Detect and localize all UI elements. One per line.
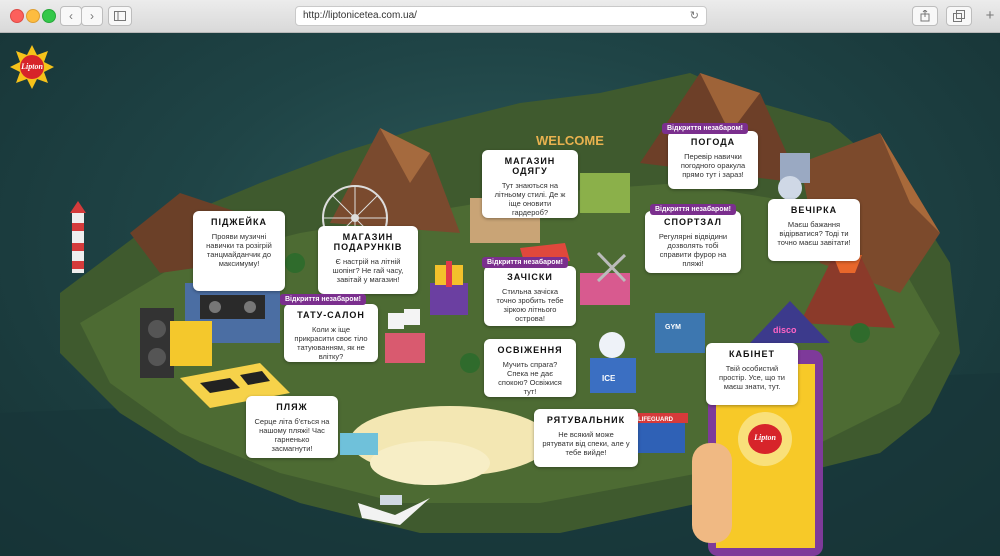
- coming-soon-badge: Відкриття незабаром!: [482, 257, 568, 268]
- hand-illustration: [692, 443, 732, 543]
- tabs-overview-button[interactable]: [946, 6, 972, 26]
- phone-lipton-logo: Lipton: [738, 412, 792, 466]
- plus-icon: +: [985, 7, 995, 24]
- card-text: Коли ж іще прикрасити своє тіло татуюван…: [294, 325, 368, 361]
- lifeguard-sign: LIFEGUARD: [638, 417, 674, 423]
- share-icon: [920, 9, 930, 22]
- close-window-button[interactable]: [10, 9, 24, 23]
- card-vechirka[interactable]: ВЕЧІРКА Маєш бажання відірватися? Тоді т…: [768, 199, 860, 261]
- card-text: Твій особистий простір. Усе, що ти маєш …: [719, 364, 785, 391]
- card-title: ВЕЧІРКА: [790, 205, 838, 215]
- card-sportzal[interactable]: СПОРТЗАЛ Регулярні відвідини дозволять т…: [645, 211, 741, 273]
- card-tatu[interactable]: ТАТУ-САЛОН Коли ж іще прикрасити своє ті…: [284, 304, 378, 362]
- card-kabinet[interactable]: КАБІНЕТ Твій особистий простір. Усе, що …: [706, 343, 798, 405]
- card-podarunky[interactable]: МАГАЗИН ПОДАРУНКІВ Є настрій на літній ш…: [318, 226, 418, 294]
- card-title: СПОРТЗАЛ: [664, 217, 722, 227]
- card-ryatuvalnyk[interactable]: РЯТУВАЛЬНИК Не всякий може рятувати від …: [534, 409, 638, 467]
- card-title: РЯТУВАЛЬНИК: [546, 415, 626, 425]
- url-text: http://liptonicetea.com.ua/: [303, 10, 417, 21]
- card-title: ЗАЧІСКИ: [507, 272, 553, 282]
- coming-soon-badge: Відкриття незабаром!: [280, 294, 366, 305]
- gym-sign: GYM: [665, 324, 681, 331]
- card-text: Серце літа б'ється на нашому пляжі! Час …: [254, 417, 330, 453]
- card-text: Мучить спрага? Спека не дає спокою? Осві…: [498, 360, 562, 396]
- chevron-left-icon: ‹: [69, 9, 73, 23]
- phone-logo-text: Lipton: [754, 433, 776, 442]
- card-text: Тут знаються на літньому стилі. Де ж іще…: [494, 181, 566, 217]
- coming-soon-badge: Відкриття незабаром!: [662, 123, 748, 134]
- ice-sign: ICE: [602, 374, 616, 383]
- card-title: ТАТУ-САЛОН: [297, 310, 365, 320]
- card-text: Прояви музичні навички та розігрій танцм…: [206, 232, 272, 268]
- card-osvizhennya[interactable]: ОСВІЖЕННЯ Мучить спрага? Спека не дає сп…: [484, 339, 576, 397]
- card-pidjeyka[interactable]: ПІДЖЕЙКА Прояви музичні навички та розіг…: [193, 211, 285, 291]
- welcome-sign: WELCOME: [536, 133, 604, 148]
- card-title: ПІДЖЕЙКА: [211, 217, 267, 227]
- lipton-logo[interactable]: Lipton: [10, 45, 54, 89]
- minimize-window-button[interactable]: [26, 9, 40, 23]
- card-text: Стильна зачіска точно зробить тебе зірко…: [496, 287, 564, 323]
- zoom-window-button[interactable]: [42, 9, 56, 23]
- card-text: Регулярні відвідини дозволять тобі справ…: [658, 232, 728, 268]
- address-bar[interactable]: http://liptonicetea.com.ua/ ↻: [295, 6, 707, 26]
- card-title: МАГАЗИН ОДЯГУ: [504, 156, 556, 176]
- island-scene: WELCOME GYM disco ICE LIFEGUARD Lipton L…: [0, 33, 1000, 556]
- card-title: КАБІНЕТ: [729, 349, 775, 359]
- sidebar-toggle-button[interactable]: [108, 6, 132, 26]
- card-text: Є настрій на літній шопінг? Не гай часу,…: [332, 257, 404, 284]
- card-text: Не всякий може рятувати від спеки, але у…: [542, 430, 630, 457]
- browser-toolbar: ‹ › http://liptonicetea.com.ua/ ↻ +: [0, 0, 1000, 33]
- forward-button[interactable]: ›: [81, 6, 103, 26]
- card-title: ПОГОДА: [690, 137, 736, 147]
- card-title: МАГАЗИН ПОДАРУНКІВ: [333, 232, 403, 252]
- card-pogoda[interactable]: ПОГОДА Перевір навички погодного оракула…: [668, 131, 758, 189]
- card-zachisky[interactable]: ЗАЧІСКИ Стильна зачіска точно зробить те…: [484, 266, 576, 326]
- disco-sign: disco: [773, 325, 797, 335]
- back-button[interactable]: ‹: [60, 6, 82, 26]
- card-text: Перевір навички погодного оракула прямо …: [680, 152, 746, 179]
- card-odyag[interactable]: МАГАЗИН ОДЯГУ Тут знаються на літньому с…: [482, 150, 578, 218]
- card-plyazh[interactable]: ПЛЯЖ Серце літа б'ється на нашому пляжі!…: [246, 396, 338, 458]
- card-title: ПЛЯЖ: [276, 402, 308, 412]
- sidebar-icon: [114, 11, 126, 21]
- lipton-logo-text: Lipton: [21, 62, 43, 71]
- coming-soon-badge: Відкриття незабаром!: [650, 204, 736, 215]
- card-title: ОСВІЖЕННЯ: [497, 345, 563, 355]
- share-button[interactable]: [912, 6, 938, 26]
- tabs-icon: [953, 10, 965, 22]
- reload-icon[interactable]: ↻: [690, 9, 699, 22]
- chevron-right-icon: ›: [90, 9, 94, 23]
- new-tab-button[interactable]: +: [982, 8, 998, 24]
- card-text: Маєш бажання відірватися? Тоді ти точно …: [777, 220, 851, 247]
